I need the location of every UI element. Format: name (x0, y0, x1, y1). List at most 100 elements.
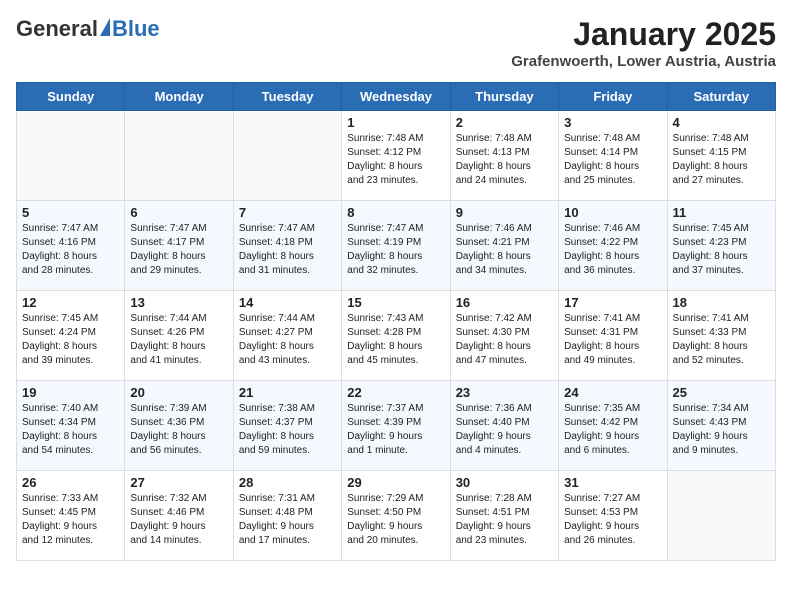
day-info: Sunrise: 7:27 AM Sunset: 4:53 PM Dayligh… (564, 492, 661, 548)
day-info: Sunrise: 7:37 AM Sunset: 4:39 PM Dayligh… (347, 402, 444, 458)
calendar-cell (233, 111, 341, 201)
day-info: Sunrise: 7:35 AM Sunset: 4:42 PM Dayligh… (564, 402, 661, 458)
calendar-cell: 17 Sunrise: 7:41 AM Sunset: 4:31 PM Dayli… (559, 291, 667, 381)
day-info: Sunrise: 7:46 AM Sunset: 4:21 PM Dayligh… (456, 222, 553, 278)
month-title: January 2025 (511, 16, 776, 53)
calendar-cell: 4 Sunrise: 7:48 AM Sunset: 4:15 PM Daylig… (667, 111, 775, 201)
calendar-cell: 9Sunrise: 7:46 AM Sunset: 4:21 PM Daylig… (450, 201, 558, 291)
day-info: Sunrise: 7:33 AM Sunset: 4:45 PM Dayligh… (22, 492, 119, 548)
weekday-header-sunday: Sunday (17, 83, 125, 111)
calendar-cell: 20Sunrise: 7:39 AM Sunset: 4:36 PM Dayli… (125, 381, 233, 471)
day-info: Sunrise: 7:44 AM Sunset: 4:26 PM Dayligh… (130, 312, 227, 368)
logo-general-text: General (16, 16, 98, 42)
calendar-week-row: 12Sunrise: 7:45 AM Sunset: 4:24 PM Dayli… (17, 291, 776, 381)
day-info: Sunrise: 7:47 AM Sunset: 4:19 PM Dayligh… (347, 222, 444, 278)
calendar-week-row: 26Sunrise: 7:33 AM Sunset: 4:45 PM Dayli… (17, 471, 776, 561)
calendar-cell: 31 Sunrise: 7:27 AM Sunset: 4:53 PM Dayli… (559, 471, 667, 561)
calendar-cell: 8 Sunrise: 7:47 AM Sunset: 4:19 PM Daylig… (342, 201, 450, 291)
weekday-header-monday: Monday (125, 83, 233, 111)
calendar-cell: 24Sunrise: 7:35 AM Sunset: 4:42 PM Dayli… (559, 381, 667, 471)
day-number: 31 (564, 475, 661, 490)
calendar-cell: 19Sunrise: 7:40 AM Sunset: 4:34 PM Dayli… (17, 381, 125, 471)
day-info: Sunrise: 7:43 AM Sunset: 4:28 PM Dayligh… (347, 312, 444, 368)
calendar-cell: 1 Sunrise: 7:48 AM Sunset: 4:12 PM Daylig… (342, 111, 450, 201)
weekday-header-row: SundayMondayTuesdayWednesdayThursdayFrid… (17, 83, 776, 111)
day-info: Sunrise: 7:39 AM Sunset: 4:36 PM Dayligh… (130, 402, 227, 458)
calendar-body: 1 Sunrise: 7:48 AM Sunset: 4:12 PM Daylig… (17, 111, 776, 561)
day-number: 8 (347, 205, 444, 220)
calendar-cell: 27Sunrise: 7:32 AM Sunset: 4:46 PM Dayli… (125, 471, 233, 561)
calendar-cell: 23 Sunrise: 7:36 AM Sunset: 4:40 PM Dayli… (450, 381, 558, 471)
day-number: 18 (673, 295, 770, 310)
day-number: 22 (347, 385, 444, 400)
day-number: 14 (239, 295, 336, 310)
calendar-cell: 10 Sunrise: 7:46 AM Sunset: 4:22 PM Dayli… (559, 201, 667, 291)
day-info: Sunrise: 7:38 AM Sunset: 4:37 PM Dayligh… (239, 402, 336, 458)
calendar-cell: 6Sunrise: 7:47 AM Sunset: 4:17 PM Daylig… (125, 201, 233, 291)
day-info: Sunrise: 7:41 AM Sunset: 4:31 PM Dayligh… (564, 312, 661, 368)
title-area: January 2025 Grafenwoerth, Lower Austria… (511, 16, 776, 70)
day-info: Sunrise: 7:42 AM Sunset: 4:30 PM Dayligh… (456, 312, 553, 368)
day-info: Sunrise: 7:47 AM Sunset: 4:16 PM Dayligh… (22, 222, 119, 278)
calendar-cell: 21 Sunrise: 7:38 AM Sunset: 4:37 PM Dayli… (233, 381, 341, 471)
calendar-cell: 2Sunrise: 7:48 AM Sunset: 4:13 PM Daylig… (450, 111, 558, 201)
logo-blue-text: Blue (112, 16, 160, 42)
calendar-header: SundayMondayTuesdayWednesdayThursdayFrid… (17, 83, 776, 111)
calendar-week-row: 19Sunrise: 7:40 AM Sunset: 4:34 PM Dayli… (17, 381, 776, 471)
day-info: Sunrise: 7:48 AM Sunset: 4:12 PM Dayligh… (347, 132, 444, 188)
calendar-cell: 7 Sunrise: 7:47 AM Sunset: 4:18 PM Daylig… (233, 201, 341, 291)
day-number: 30 (456, 475, 553, 490)
day-info: Sunrise: 7:29 AM Sunset: 4:50 PM Dayligh… (347, 492, 444, 548)
day-number: 28 (239, 475, 336, 490)
weekday-header-thursday: Thursday (450, 83, 558, 111)
calendar-table: SundayMondayTuesdayWednesdayThursdayFrid… (16, 82, 776, 561)
day-info: Sunrise: 7:32 AM Sunset: 4:46 PM Dayligh… (130, 492, 227, 548)
calendar-cell: 11Sunrise: 7:45 AM Sunset: 4:23 PM Dayli… (667, 201, 775, 291)
day-info: Sunrise: 7:40 AM Sunset: 4:34 PM Dayligh… (22, 402, 119, 458)
location-subtitle: Grafenwoerth, Lower Austria, Austria (511, 53, 776, 70)
day-number: 11 (673, 205, 770, 220)
logo: General Blue (16, 16, 160, 42)
day-info: Sunrise: 7:48 AM Sunset: 4:15 PM Dayligh… (673, 132, 770, 188)
day-number: 10 (564, 205, 661, 220)
day-number: 13 (130, 295, 227, 310)
day-number: 3 (564, 115, 661, 130)
calendar-week-row: 5 Sunrise: 7:47 AM Sunset: 4:16 PM Daylig… (17, 201, 776, 291)
calendar-cell: 28 Sunrise: 7:31 AM Sunset: 4:48 PM Dayli… (233, 471, 341, 561)
calendar-cell: 13 Sunrise: 7:44 AM Sunset: 4:26 PM Dayli… (125, 291, 233, 381)
day-number: 12 (22, 295, 119, 310)
day-number: 1 (347, 115, 444, 130)
calendar-cell: 30Sunrise: 7:28 AM Sunset: 4:51 PM Dayli… (450, 471, 558, 561)
calendar-cell: 5 Sunrise: 7:47 AM Sunset: 4:16 PM Daylig… (17, 201, 125, 291)
calendar-cell: 22 Sunrise: 7:37 AM Sunset: 4:39 PM Dayli… (342, 381, 450, 471)
day-number: 21 (239, 385, 336, 400)
calendar-cell: 15Sunrise: 7:43 AM Sunset: 4:28 PM Dayli… (342, 291, 450, 381)
calendar-cell: 29 Sunrise: 7:29 AM Sunset: 4:50 PM Dayli… (342, 471, 450, 561)
day-number: 16 (456, 295, 553, 310)
day-info: Sunrise: 7:41 AM Sunset: 4:33 PM Dayligh… (673, 312, 770, 368)
day-number: 4 (673, 115, 770, 130)
day-info: Sunrise: 7:47 AM Sunset: 4:18 PM Dayligh… (239, 222, 336, 278)
weekday-header-friday: Friday (559, 83, 667, 111)
day-info: Sunrise: 7:34 AM Sunset: 4:43 PM Dayligh… (673, 402, 770, 458)
day-number: 23 (456, 385, 553, 400)
day-info: Sunrise: 7:44 AM Sunset: 4:27 PM Dayligh… (239, 312, 336, 368)
day-number: 7 (239, 205, 336, 220)
day-info: Sunrise: 7:36 AM Sunset: 4:40 PM Dayligh… (456, 402, 553, 458)
calendar-cell: 18 Sunrise: 7:41 AM Sunset: 4:33 PM Dayli… (667, 291, 775, 381)
day-number: 29 (347, 475, 444, 490)
day-info: Sunrise: 7:46 AM Sunset: 4:22 PM Dayligh… (564, 222, 661, 278)
calendar-cell: 14 Sunrise: 7:44 AM Sunset: 4:27 PM Dayli… (233, 291, 341, 381)
weekday-header-tuesday: Tuesday (233, 83, 341, 111)
day-number: 5 (22, 205, 119, 220)
header: General Blue January 2025 Grafenwoerth, … (16, 16, 776, 70)
day-info: Sunrise: 7:31 AM Sunset: 4:48 PM Dayligh… (239, 492, 336, 548)
day-info: Sunrise: 7:48 AM Sunset: 4:14 PM Dayligh… (564, 132, 661, 188)
day-number: 2 (456, 115, 553, 130)
calendar-cell (125, 111, 233, 201)
calendar-cell: 25 Sunrise: 7:34 AM Sunset: 4:43 PM Dayli… (667, 381, 775, 471)
day-number: 25 (673, 385, 770, 400)
day-number: 17 (564, 295, 661, 310)
calendar-cell (667, 471, 775, 561)
weekday-header-wednesday: Wednesday (342, 83, 450, 111)
